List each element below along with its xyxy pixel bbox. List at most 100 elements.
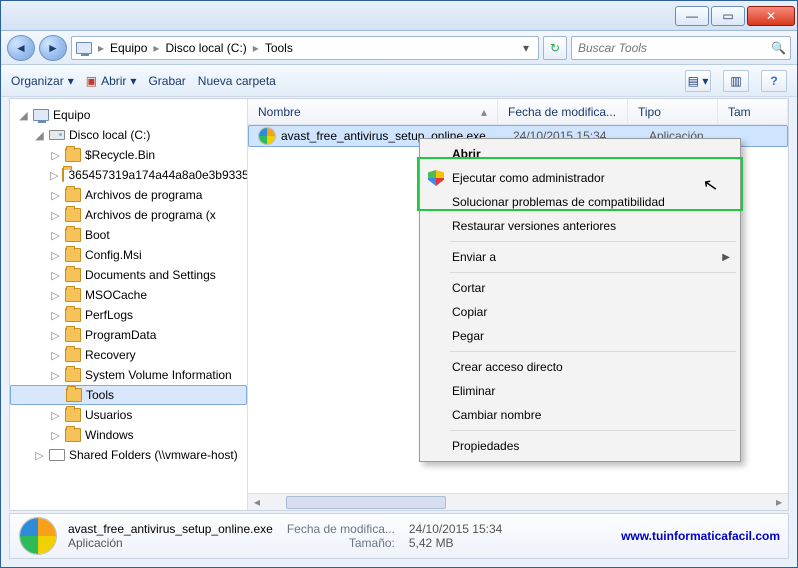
navigation-tree[interactable]: ◢ Equipo ◢ Disco local (C:) ▷$Recycle.Bi… bbox=[10, 99, 248, 510]
ctx-cut[interactable]: Cortar bbox=[422, 276, 738, 300]
expand-icon[interactable]: ▷ bbox=[50, 369, 61, 382]
preview-pane-button[interactable]: ▥ bbox=[723, 70, 749, 92]
expand-icon[interactable]: ▷ bbox=[50, 409, 61, 422]
folder-icon bbox=[65, 328, 81, 342]
tree-node-folder[interactable]: ▷Windows bbox=[10, 425, 247, 445]
expand-icon[interactable]: ▷ bbox=[50, 189, 61, 202]
burn-button[interactable]: Grabar bbox=[148, 74, 185, 88]
organize-menu[interactable]: Organizar ▾ bbox=[11, 74, 74, 88]
folder-icon bbox=[65, 428, 81, 442]
help-button[interactable]: ? bbox=[761, 70, 787, 92]
horizontal-scrollbar[interactable]: ◂ ▸ bbox=[248, 493, 788, 510]
folder-icon bbox=[65, 208, 81, 222]
folder-icon bbox=[65, 288, 81, 302]
details-pane: avast_free_antivirus_setup_online.exe Fe… bbox=[9, 513, 789, 559]
expand-icon[interactable]: ▷ bbox=[34, 449, 45, 462]
view-options-button[interactable]: ▤ ▾ bbox=[685, 70, 711, 92]
tree-label: Archivos de programa (x bbox=[85, 208, 216, 222]
close-button[interactable]: ✕ bbox=[747, 6, 795, 26]
tree-label: Equipo bbox=[53, 108, 90, 122]
chevron-down-icon: ▾ bbox=[68, 74, 74, 88]
ctx-properties[interactable]: Propiedades bbox=[422, 434, 738, 458]
tree-node-folder[interactable]: ▷MSOCache bbox=[10, 285, 247, 305]
expand-icon[interactable]: ▷ bbox=[50, 149, 61, 162]
expand-icon[interactable]: ▷ bbox=[50, 289, 61, 302]
collapse-icon[interactable]: ◢ bbox=[18, 109, 29, 122]
file-large-icon bbox=[18, 516, 58, 556]
tree-node-folder[interactable]: ▷Documents and Settings bbox=[10, 265, 247, 285]
ctx-copy[interactable]: Copiar bbox=[422, 300, 738, 324]
address-bar[interactable]: ▸ Equipo ▸ Disco local (C:) ▸ Tools ▾ bbox=[71, 36, 539, 60]
tree-node-folder[interactable]: ▷ Archivos de programa (x bbox=[10, 205, 247, 225]
address-dropdown-icon[interactable]: ▾ bbox=[518, 41, 534, 55]
tree-node-tools[interactable]: Tools bbox=[10, 385, 247, 405]
expand-icon[interactable]: ▷ bbox=[50, 209, 61, 222]
open-label: Abrir bbox=[101, 74, 126, 88]
folder-icon bbox=[65, 348, 81, 362]
ctx-run-as-admin[interactable]: Ejecutar como administrador bbox=[422, 166, 738, 190]
maximize-button[interactable]: ▭ bbox=[711, 6, 745, 26]
ctx-delete[interactable]: Eliminar bbox=[422, 379, 738, 403]
search-icon: 🔍 bbox=[771, 41, 786, 55]
tree-node-folder[interactable]: ▷$Recycle.Bin bbox=[10, 145, 247, 165]
expand-icon[interactable]: ▷ bbox=[50, 249, 61, 262]
tree-node-folder[interactable]: ▷ProgramData bbox=[10, 325, 247, 345]
refresh-button[interactable]: ↻ bbox=[543, 36, 567, 60]
tree-label: PerfLogs bbox=[85, 308, 133, 322]
col-name-label: Nombre bbox=[258, 105, 301, 119]
details-date-label: Fecha de modifica... bbox=[287, 522, 395, 536]
col-name[interactable]: Nombre▴ bbox=[248, 99, 498, 124]
tree-node-drive[interactable]: ◢ Disco local (C:) bbox=[10, 125, 247, 145]
tree-label: Disco local (C:) bbox=[69, 128, 150, 142]
tree-label: Usuarios bbox=[85, 408, 132, 422]
ctx-shortcut[interactable]: Crear acceso directo bbox=[422, 355, 738, 379]
collapse-icon[interactable]: ◢ bbox=[34, 129, 45, 142]
breadcrumb-equipo[interactable]: Equipo bbox=[110, 41, 147, 55]
minimize-button[interactable]: — bbox=[675, 6, 709, 26]
folder-icon bbox=[62, 168, 64, 182]
expand-icon[interactable]: ▷ bbox=[50, 269, 61, 282]
tree-node-folder[interactable]: ▷365457319a174a44a8a0e3b9335 bbox=[10, 165, 247, 185]
col-size[interactable]: Tam bbox=[718, 99, 788, 124]
breadcrumb-tools[interactable]: Tools bbox=[265, 41, 293, 55]
menu-separator bbox=[450, 351, 736, 352]
expand-icon[interactable]: ▷ bbox=[50, 229, 61, 242]
back-button[interactable]: ◄ bbox=[7, 35, 35, 61]
expand-icon[interactable]: ▷ bbox=[50, 169, 58, 182]
tree-node-folder[interactable]: ▷Boot bbox=[10, 225, 247, 245]
search-box[interactable]: 🔍 bbox=[571, 36, 791, 60]
tree-node-folder[interactable]: ▷ PerfLogs bbox=[10, 305, 247, 325]
forward-button[interactable]: ► bbox=[39, 35, 67, 61]
expand-icon[interactable]: ▷ bbox=[50, 309, 61, 322]
tree-node-folder[interactable]: ▷ Config.Msi bbox=[10, 245, 247, 265]
col-type[interactable]: Tipo bbox=[628, 99, 718, 124]
tree-node-folder[interactable]: ▷System Volume Information bbox=[10, 365, 247, 385]
expand-icon[interactable]: ▷ bbox=[50, 429, 61, 442]
tree-node-equipo[interactable]: ◢ Equipo bbox=[10, 105, 247, 125]
col-date[interactable]: Fecha de modifica... bbox=[498, 99, 628, 124]
tree-label: Config.Msi bbox=[85, 248, 142, 262]
breadcrumb-drive[interactable]: Disco local (C:) bbox=[165, 41, 246, 55]
tree-node-folder[interactable]: ▷ Archivos de programa bbox=[10, 185, 247, 205]
drive-icon bbox=[49, 130, 65, 140]
details-type: Aplicación bbox=[68, 536, 273, 550]
tree-node-shared[interactable]: ▷Shared Folders (\\vmware-host) bbox=[10, 445, 247, 465]
new-folder-button[interactable]: Nueva carpeta bbox=[198, 74, 276, 88]
folder-icon bbox=[65, 408, 81, 422]
scrollbar-thumb[interactable] bbox=[286, 496, 446, 509]
tree-node-folder[interactable]: ▷Recovery bbox=[10, 345, 247, 365]
ctx-paste[interactable]: Pegar bbox=[422, 324, 738, 348]
search-input[interactable] bbox=[576, 40, 771, 56]
tree-node-folder[interactable]: ▷ Usuarios bbox=[10, 405, 247, 425]
details-size: 5,42 MB bbox=[409, 536, 502, 550]
folder-icon bbox=[66, 388, 82, 402]
tree-label: Archivos de programa bbox=[85, 188, 202, 202]
expand-icon[interactable]: ▷ bbox=[50, 329, 61, 342]
open-button[interactable]: ▣ Abrir ▾ bbox=[86, 74, 137, 88]
ctx-rename[interactable]: Cambiar nombre bbox=[422, 403, 738, 427]
ctx-open[interactable]: Abrir bbox=[422, 142, 738, 166]
ctx-restore[interactable]: Restaurar versiones anteriores bbox=[422, 214, 738, 238]
expand-icon[interactable]: ▷ bbox=[50, 349, 61, 362]
ctx-compat[interactable]: Solucionar problemas de compatibilidad bbox=[422, 190, 738, 214]
ctx-send-to[interactable]: Enviar a bbox=[422, 245, 738, 269]
